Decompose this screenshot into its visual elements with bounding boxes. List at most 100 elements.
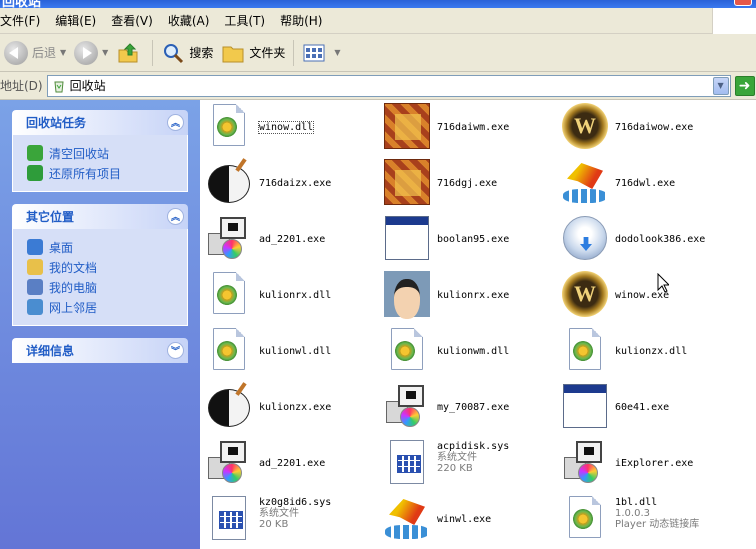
panel-details: 详细信息 ︾: [12, 338, 188, 363]
file-label: winwl.exe: [437, 493, 491, 525]
file-name: kulionrx.dll: [259, 290, 332, 301]
file-label: 716dgj.exe: [437, 157, 497, 189]
file-label: kulionrx.dll: [259, 269, 331, 301]
file-label: kulionwl.dll: [259, 325, 331, 357]
file-item[interactable]: kulionwm.dll: [382, 325, 560, 379]
file-item[interactable]: 1bl.dll 1.0.0.3 Player 动态链接库: [560, 493, 738, 547]
menu-tools[interactable]: 工具(T): [224, 8, 274, 34]
file-list: winow.dll 716daiwm.exe W 716daiwow.exe 716da…: [200, 100, 756, 549]
file-item[interactable]: ad_2201.exe: [204, 437, 382, 491]
task-empty-recycle-bin[interactable]: 清空回收站: [27, 143, 181, 163]
file-item[interactable]: kz0g8id6.sys 系统文件 20 KB: [204, 493, 382, 547]
file-item[interactable]: Wwinow.exe: [560, 269, 738, 323]
panel-header[interactable]: 详细信息 ︾: [12, 338, 188, 363]
address-label: 地址(D): [0, 79, 43, 93]
file-size: Player 动态链接库: [615, 519, 700, 530]
file-label: dodolook386.exe: [615, 213, 705, 245]
game-tile-icon: [382, 101, 432, 151]
file-label: 1bl.dll 1.0.0.3 Player 动态链接库: [615, 493, 699, 530]
address-input[interactable]: 回收站 ▼: [46, 74, 731, 97]
file-item[interactable]: 716daiwm.exe: [382, 101, 560, 155]
menu-file[interactable]: 文件(F): [0, 8, 49, 34]
file-item[interactable]: acpidisk.sys 系统文件 220 KB: [382, 437, 560, 491]
file-item[interactable]: kulionzx.dll: [560, 325, 738, 379]
chevron-up-icon[interactable]: ︽: [167, 208, 184, 225]
panel-header[interactable]: 回收站任务 ︽: [12, 110, 188, 135]
panel-body: 桌面 我的文档 我的电脑 网上邻居: [12, 229, 188, 326]
file-item[interactable]: dodolook386.exe: [560, 213, 738, 267]
chevron-up-icon[interactable]: ︽: [167, 114, 184, 131]
file-label: kulionzx.dll: [615, 325, 687, 357]
file-name: ad_2201.exe: [259, 458, 326, 469]
views-button[interactable]: ▼: [298, 36, 344, 70]
panel-title: 其它位置: [26, 210, 75, 224]
file-item[interactable]: boolan95.exe: [382, 213, 560, 267]
file-item[interactable]: ad_2201.exe: [204, 213, 382, 267]
menu-favorites[interactable]: 收藏(A): [168, 8, 219, 34]
close-button[interactable]: [734, 0, 752, 6]
file-item[interactable]: iExplorer.exe: [560, 437, 738, 491]
file-item[interactable]: kulionzx.exe: [204, 381, 382, 435]
file-item[interactable]: W 716daiwow.exe: [560, 101, 738, 155]
file-name: kulionzx.exe: [259, 402, 332, 413]
file-item[interactable]: kulionwl.dll: [204, 325, 382, 379]
file-item[interactable]: 60e41.exe: [560, 381, 738, 435]
setup-icon: [382, 381, 432, 431]
file-name: ad_2201.exe: [259, 234, 326, 245]
file-name: winow.dll: [257, 121, 315, 134]
place-my-documents[interactable]: 我的文档: [27, 257, 181, 277]
file-size: 220 KB: [437, 463, 473, 474]
window-icon: [560, 381, 610, 431]
warcraft-icon: W: [560, 101, 610, 151]
file-item[interactable]: 716daizx.exe: [204, 157, 382, 211]
up-folder-icon: [118, 42, 138, 62]
back-button[interactable]: 后退 ▼: [0, 36, 70, 70]
address-value: 回收站: [69, 79, 106, 93]
menu-edit[interactable]: 编辑(E): [55, 8, 105, 34]
file-name: 716dgj.exe: [437, 178, 498, 189]
menu-view[interactable]: 查看(V): [111, 8, 162, 34]
menu-help[interactable]: 帮助(H): [280, 8, 331, 34]
file-item[interactable]: winow.dll: [204, 101, 382, 155]
dll-icon: [204, 101, 254, 151]
file-item[interactable]: 716dwl.exe: [560, 157, 738, 211]
back-label: 后退: [32, 46, 57, 60]
file-label: winow.dll: [257, 101, 315, 134]
place-network[interactable]: 网上邻居: [27, 297, 181, 317]
sys-icon: [382, 437, 432, 487]
file-item[interactable]: kulionrx.exe: [382, 269, 560, 323]
search-button[interactable]: 搜索: [157, 36, 217, 70]
toolbar: 后退 ▼ ▼ 搜索 文件夹 ▼: [0, 34, 756, 72]
up-folder-button[interactable]: [112, 36, 148, 70]
file-name: 716dwl.exe: [615, 178, 676, 189]
file-item[interactable]: my_70087.exe: [382, 381, 560, 435]
task-restore-all[interactable]: 还原所有项目: [27, 163, 181, 183]
address-dropdown-icon[interactable]: ▼: [712, 76, 729, 95]
file-item[interactable]: 716dgj.exe: [382, 157, 560, 211]
forward-button[interactable]: ▼: [70, 36, 112, 70]
back-dropdown-icon[interactable]: ▼: [60, 48, 66, 57]
file-type: 系统文件: [259, 508, 299, 519]
forward-dropdown-icon[interactable]: ▼: [102, 48, 108, 57]
yin-yang-icon: [204, 157, 254, 207]
restore-icon: [27, 165, 43, 181]
file-item[interactable]: winwl.exe: [382, 493, 560, 547]
folders-button[interactable]: 文件夹: [217, 36, 289, 70]
dll-icon: [204, 325, 254, 375]
file-type: 系统文件: [437, 452, 477, 463]
go-button[interactable]: ➜: [734, 75, 755, 96]
place-label: 我的文档: [49, 260, 98, 275]
menu-bar: 文件(F) 编辑(E) 查看(V) 收藏(A) 工具(T) 帮助(H): [0, 8, 756, 34]
views-dropdown-icon[interactable]: ▼: [334, 48, 340, 57]
file-item[interactable]: kulionrx.dll: [204, 269, 382, 323]
panel-header[interactable]: 其它位置 ︽: [12, 204, 188, 229]
place-my-computer[interactable]: 我的电脑: [27, 277, 181, 297]
place-desktop[interactable]: 桌面: [27, 237, 181, 257]
file-label: 716dwl.exe: [615, 157, 675, 189]
desktop-icon: [27, 239, 43, 255]
explorer-window: 回收站 文件(F) 编辑(E) 查看(V) 收藏(A) 工具(T) 帮助(H) …: [0, 0, 756, 549]
place-label: 我的电脑: [49, 280, 98, 295]
chevron-down-icon[interactable]: ︾: [167, 342, 184, 359]
file-name: kulionzx.dll: [615, 346, 688, 357]
file-name: kz0g8id6.sys: [259, 497, 332, 508]
